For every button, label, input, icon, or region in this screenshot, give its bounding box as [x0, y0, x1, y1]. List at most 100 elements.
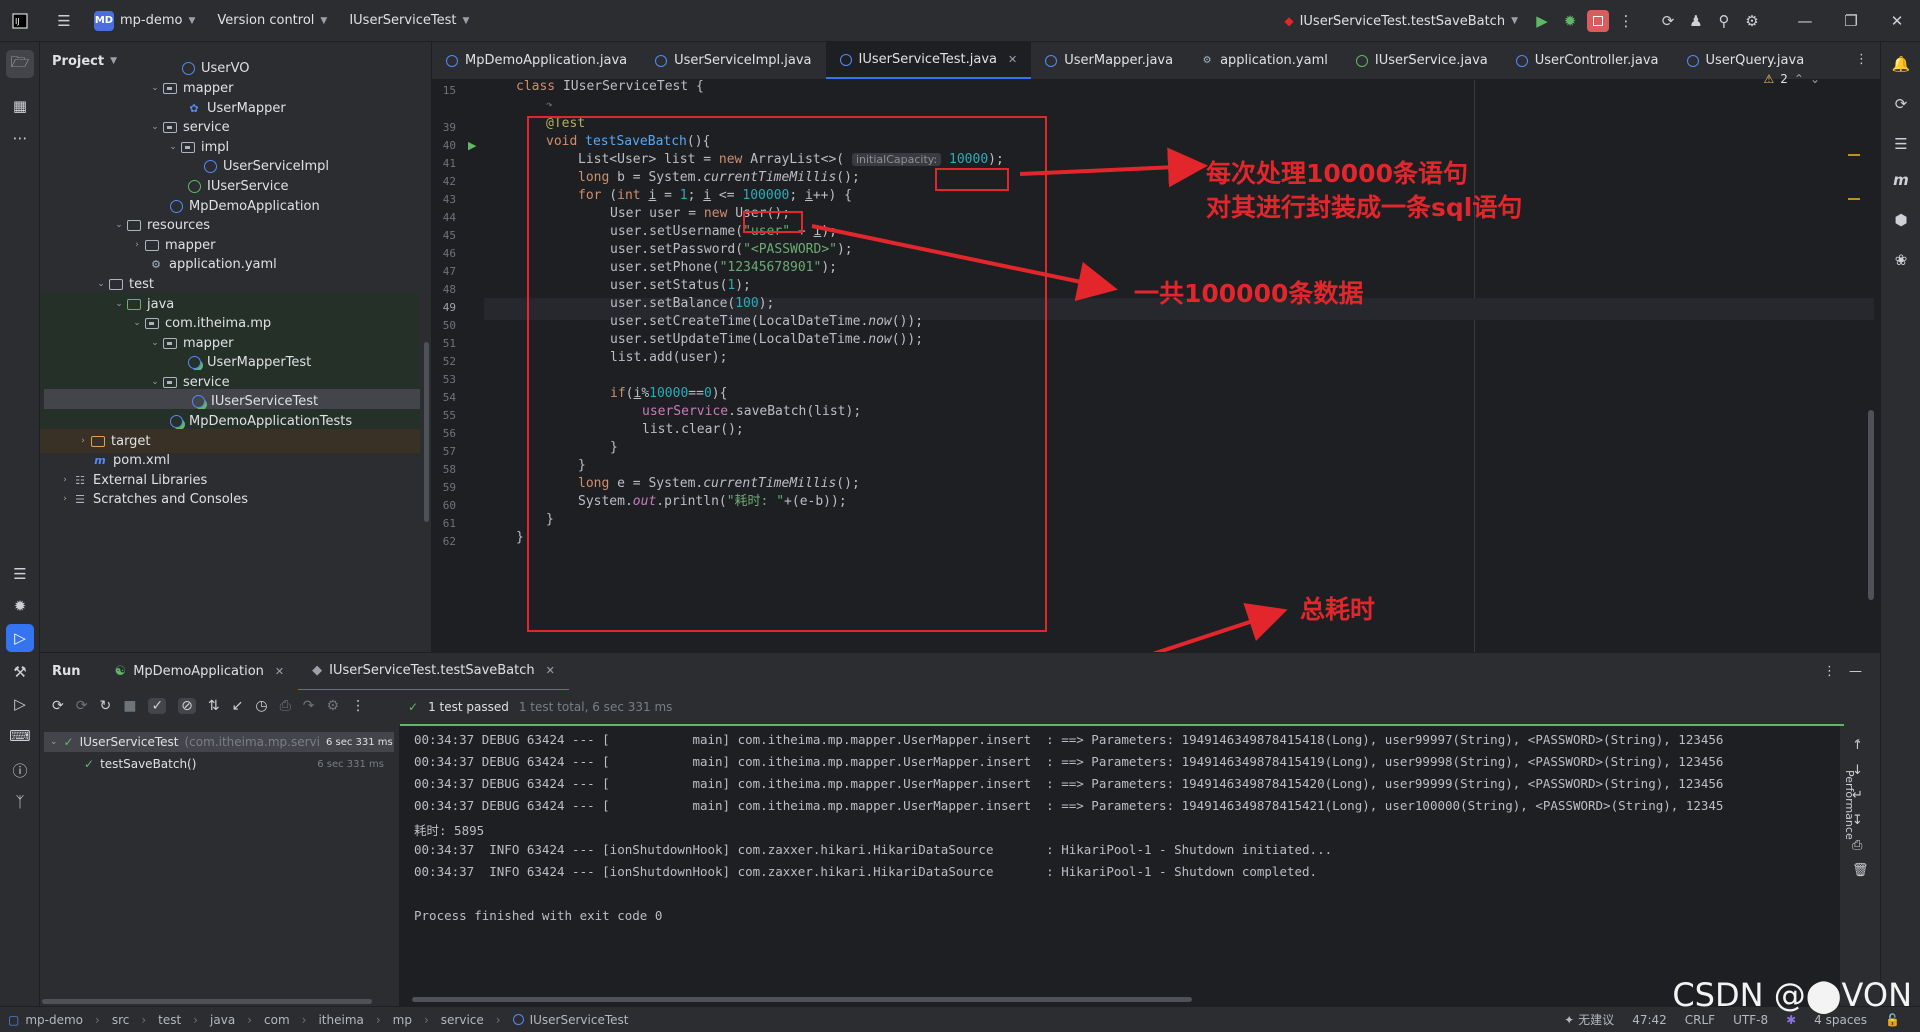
- test-tree-row[interactable]: ⌄ ✓ IUserServiceTest (com.itheima.mp.ser…: [44, 732, 394, 752]
- breadcrumb-item[interactable]: mp: [393, 1013, 412, 1027]
- settings-gear-icon[interactable]: ⚙: [1738, 7, 1766, 35]
- chevron-down-icon[interactable]: ⌄: [1810, 72, 1820, 86]
- maven-icon[interactable]: m: [1887, 166, 1915, 194]
- build-hammer-icon[interactable]: ⚒: [6, 658, 34, 686]
- search-icon[interactable]: ⚲: [1710, 7, 1738, 35]
- more-icon[interactable]: ⋮: [351, 698, 365, 714]
- annotation-batch-note-1: 每次处理10000条语句: [1206, 159, 1468, 188]
- mybatis-icon[interactable]: ❀: [1887, 246, 1915, 274]
- breadcrumb-item[interactable]: mp-demo: [25, 1013, 83, 1027]
- tab-userserviceimpl[interactable]: UserServiceImpl.java: [641, 42, 825, 79]
- ai-assistant-icon[interactable]: ⟳: [1654, 7, 1682, 35]
- collapse-arrow-icon[interactable]: ‹: [1856, 734, 1860, 747]
- debug-icon[interactable]: ✹: [1556, 7, 1584, 35]
- run-tab-mpdemoapplication[interactable]: ☯ MpDemoApplication ✕: [101, 653, 299, 691]
- breadcrumb-item[interactable]: service: [441, 1013, 484, 1027]
- ai-chat-icon[interactable]: ⟳: [1887, 90, 1915, 118]
- trash-icon[interactable]: 🗑: [1852, 863, 1869, 878]
- test-results-tree: ⌄ ✓ IUserServiceTest (com.itheima.mp.ser…: [40, 726, 400, 1006]
- stop-button[interactable]: [1584, 7, 1612, 35]
- plugin-icon[interactable]: ⬢: [1887, 206, 1915, 234]
- breadcrumb-item[interactable]: IUserServiceTest: [530, 1013, 629, 1027]
- file-encoding[interactable]: UTF-8: [1733, 1013, 1768, 1027]
- plugin-status-icon[interactable]: ✱: [1786, 1013, 1796, 1027]
- tab-iuserservice[interactable]: IUserService.java: [1342, 42, 1502, 79]
- csdn-watermark: CSDN @⬤VON: [1672, 976, 1912, 1014]
- chevron-down-icon: ▼: [320, 15, 328, 26]
- close-tab-icon[interactable]: ✕: [1008, 53, 1017, 66]
- breadcrumb-item[interactable]: src: [112, 1013, 130, 1027]
- gutter[interactable]: 15 39 40 41 42 43 44 45 46 47 48 49 50 5…: [432, 80, 484, 652]
- show-passed-icon[interactable]: ✓: [148, 698, 167, 714]
- vcs-selector[interactable]: Version control ▼: [217, 13, 327, 28]
- notifications-icon[interactable]: 🔔: [1887, 50, 1915, 78]
- database-icon[interactable]: ☰: [6, 560, 34, 588]
- project-scrollbar[interactable]: [424, 342, 429, 522]
- editor-scrollbar[interactable]: [1868, 410, 1874, 600]
- minimize-icon[interactable]: —: [1782, 7, 1828, 35]
- close-tab-icon[interactable]: ✕: [275, 665, 284, 678]
- main-menu-icon[interactable]: ☰: [50, 7, 78, 35]
- run-icon[interactable]: ▶: [1528, 7, 1556, 35]
- performance-side-label[interactable]: Performance: [1843, 770, 1856, 840]
- breadcrumb-item[interactable]: com: [264, 1013, 290, 1027]
- structure-icon[interactable]: ▦: [6, 92, 34, 120]
- run-more-icon[interactable]: ⋮: [1823, 664, 1836, 679]
- indent-setting[interactable]: 4 spaces: [1814, 1013, 1867, 1027]
- ai-suggestion-status[interactable]: ✦ 无建议: [1564, 1011, 1614, 1028]
- project-folder-icon[interactable]: 🗁: [6, 50, 34, 78]
- tab-application-yaml[interactable]: ⚙ application.yaml: [1187, 42, 1342, 79]
- breadcrumb-item[interactable]: itheima: [318, 1013, 363, 1027]
- debug-tool-icon[interactable]: ✹: [6, 592, 34, 620]
- code-with-me-icon[interactable]: ♟: [1682, 7, 1710, 35]
- stop-icon[interactable]: ■: [123, 698, 136, 714]
- close-icon[interactable]: ✕: [1874, 7, 1920, 35]
- line-separator[interactable]: CRLF: [1685, 1013, 1715, 1027]
- rerun-icon[interactable]: ⟳: [52, 698, 64, 714]
- file-selector[interactable]: IUserServiceTest ▼: [349, 13, 469, 28]
- project-selector[interactable]: MD mp-demo ▼: [94, 10, 195, 31]
- breadcrumb-item[interactable]: java: [210, 1013, 235, 1027]
- more-actions-icon[interactable]: ⋮: [1612, 7, 1640, 35]
- services-icon[interactable]: ▷: [6, 690, 34, 718]
- tab-usercontroller[interactable]: UserController.java: [1502, 42, 1673, 79]
- hide-panel-icon[interactable]: —: [1849, 664, 1862, 679]
- test-tree-row[interactable]: ✓ testSaveBatch() 6 sec 331 ms: [44, 754, 394, 774]
- import-icon[interactable]: ↷: [303, 698, 315, 714]
- run-tool-icon[interactable]: ▷: [6, 624, 34, 652]
- tab-mpdemoapplication[interactable]: MpDemoApplication.java: [432, 42, 641, 79]
- toggle-auto-test-icon[interactable]: ↻: [99, 698, 111, 714]
- terminal-icon[interactable]: ⌨: [6, 722, 34, 750]
- tabs-more-icon[interactable]: ⋮: [1855, 52, 1868, 67]
- more-tools-icon[interactable]: ⋯: [6, 124, 34, 152]
- export-icon[interactable]: ⎙: [280, 698, 291, 714]
- tree-scrollbar[interactable]: [42, 999, 372, 1004]
- tab-usermapper[interactable]: UserMapper.java: [1031, 42, 1187, 79]
- run-test-gutter-icon[interactable]: ▶: [468, 139, 476, 152]
- console-hscrollbar[interactable]: [412, 997, 1192, 1002]
- tree-item-scratches[interactable]: › ☰ Scratches and Consoles: [40, 487, 420, 511]
- print-icon[interactable]: ⎙: [1852, 838, 1869, 853]
- git-icon[interactable]: ᛉ: [6, 788, 34, 816]
- rerun-failed-icon[interactable]: ⟳: [76, 698, 88, 714]
- sort-icon[interactable]: ⇅: [208, 698, 220, 714]
- package-icon: [162, 375, 178, 389]
- restore-icon[interactable]: ❐: [1828, 7, 1874, 35]
- database-icon[interactable]: ☰: [1887, 130, 1915, 158]
- console-output[interactable]: 00:34:37 DEBUG 63424 --- [ main] com.ith…: [400, 726, 1840, 1006]
- run-config-selector[interactable]: ◆ IUserServiceTest.testSaveBatch ▼: [1284, 14, 1518, 29]
- tab-iuserservicetest[interactable]: IUserServiceTest.java ✕: [825, 42, 1032, 79]
- history-icon[interactable]: ◷: [255, 698, 267, 714]
- lock-icon[interactable]: 🔓: [1885, 1013, 1900, 1027]
- run-tab-testsavebatch[interactable]: ◆ IUserServiceTest.testSaveBatch ✕: [298, 653, 569, 691]
- show-ignored-icon[interactable]: ⊘: [178, 698, 196, 714]
- warnings-indicator[interactable]: ⚠ 2 ⌃ ⌄: [1763, 72, 1820, 86]
- chevron-up-icon[interactable]: ⌃: [1794, 72, 1804, 86]
- collapse-icon[interactable]: ↙: [232, 698, 244, 714]
- test-class-icon: [512, 1014, 524, 1025]
- coverage-icon[interactable]: ⚙: [327, 698, 340, 714]
- breadcrumb-item[interactable]: test: [158, 1013, 181, 1027]
- caret-position[interactable]: 47:42: [1632, 1013, 1667, 1027]
- problems-icon[interactable]: ⓘ: [6, 756, 34, 784]
- close-tab-icon[interactable]: ✕: [546, 664, 555, 677]
